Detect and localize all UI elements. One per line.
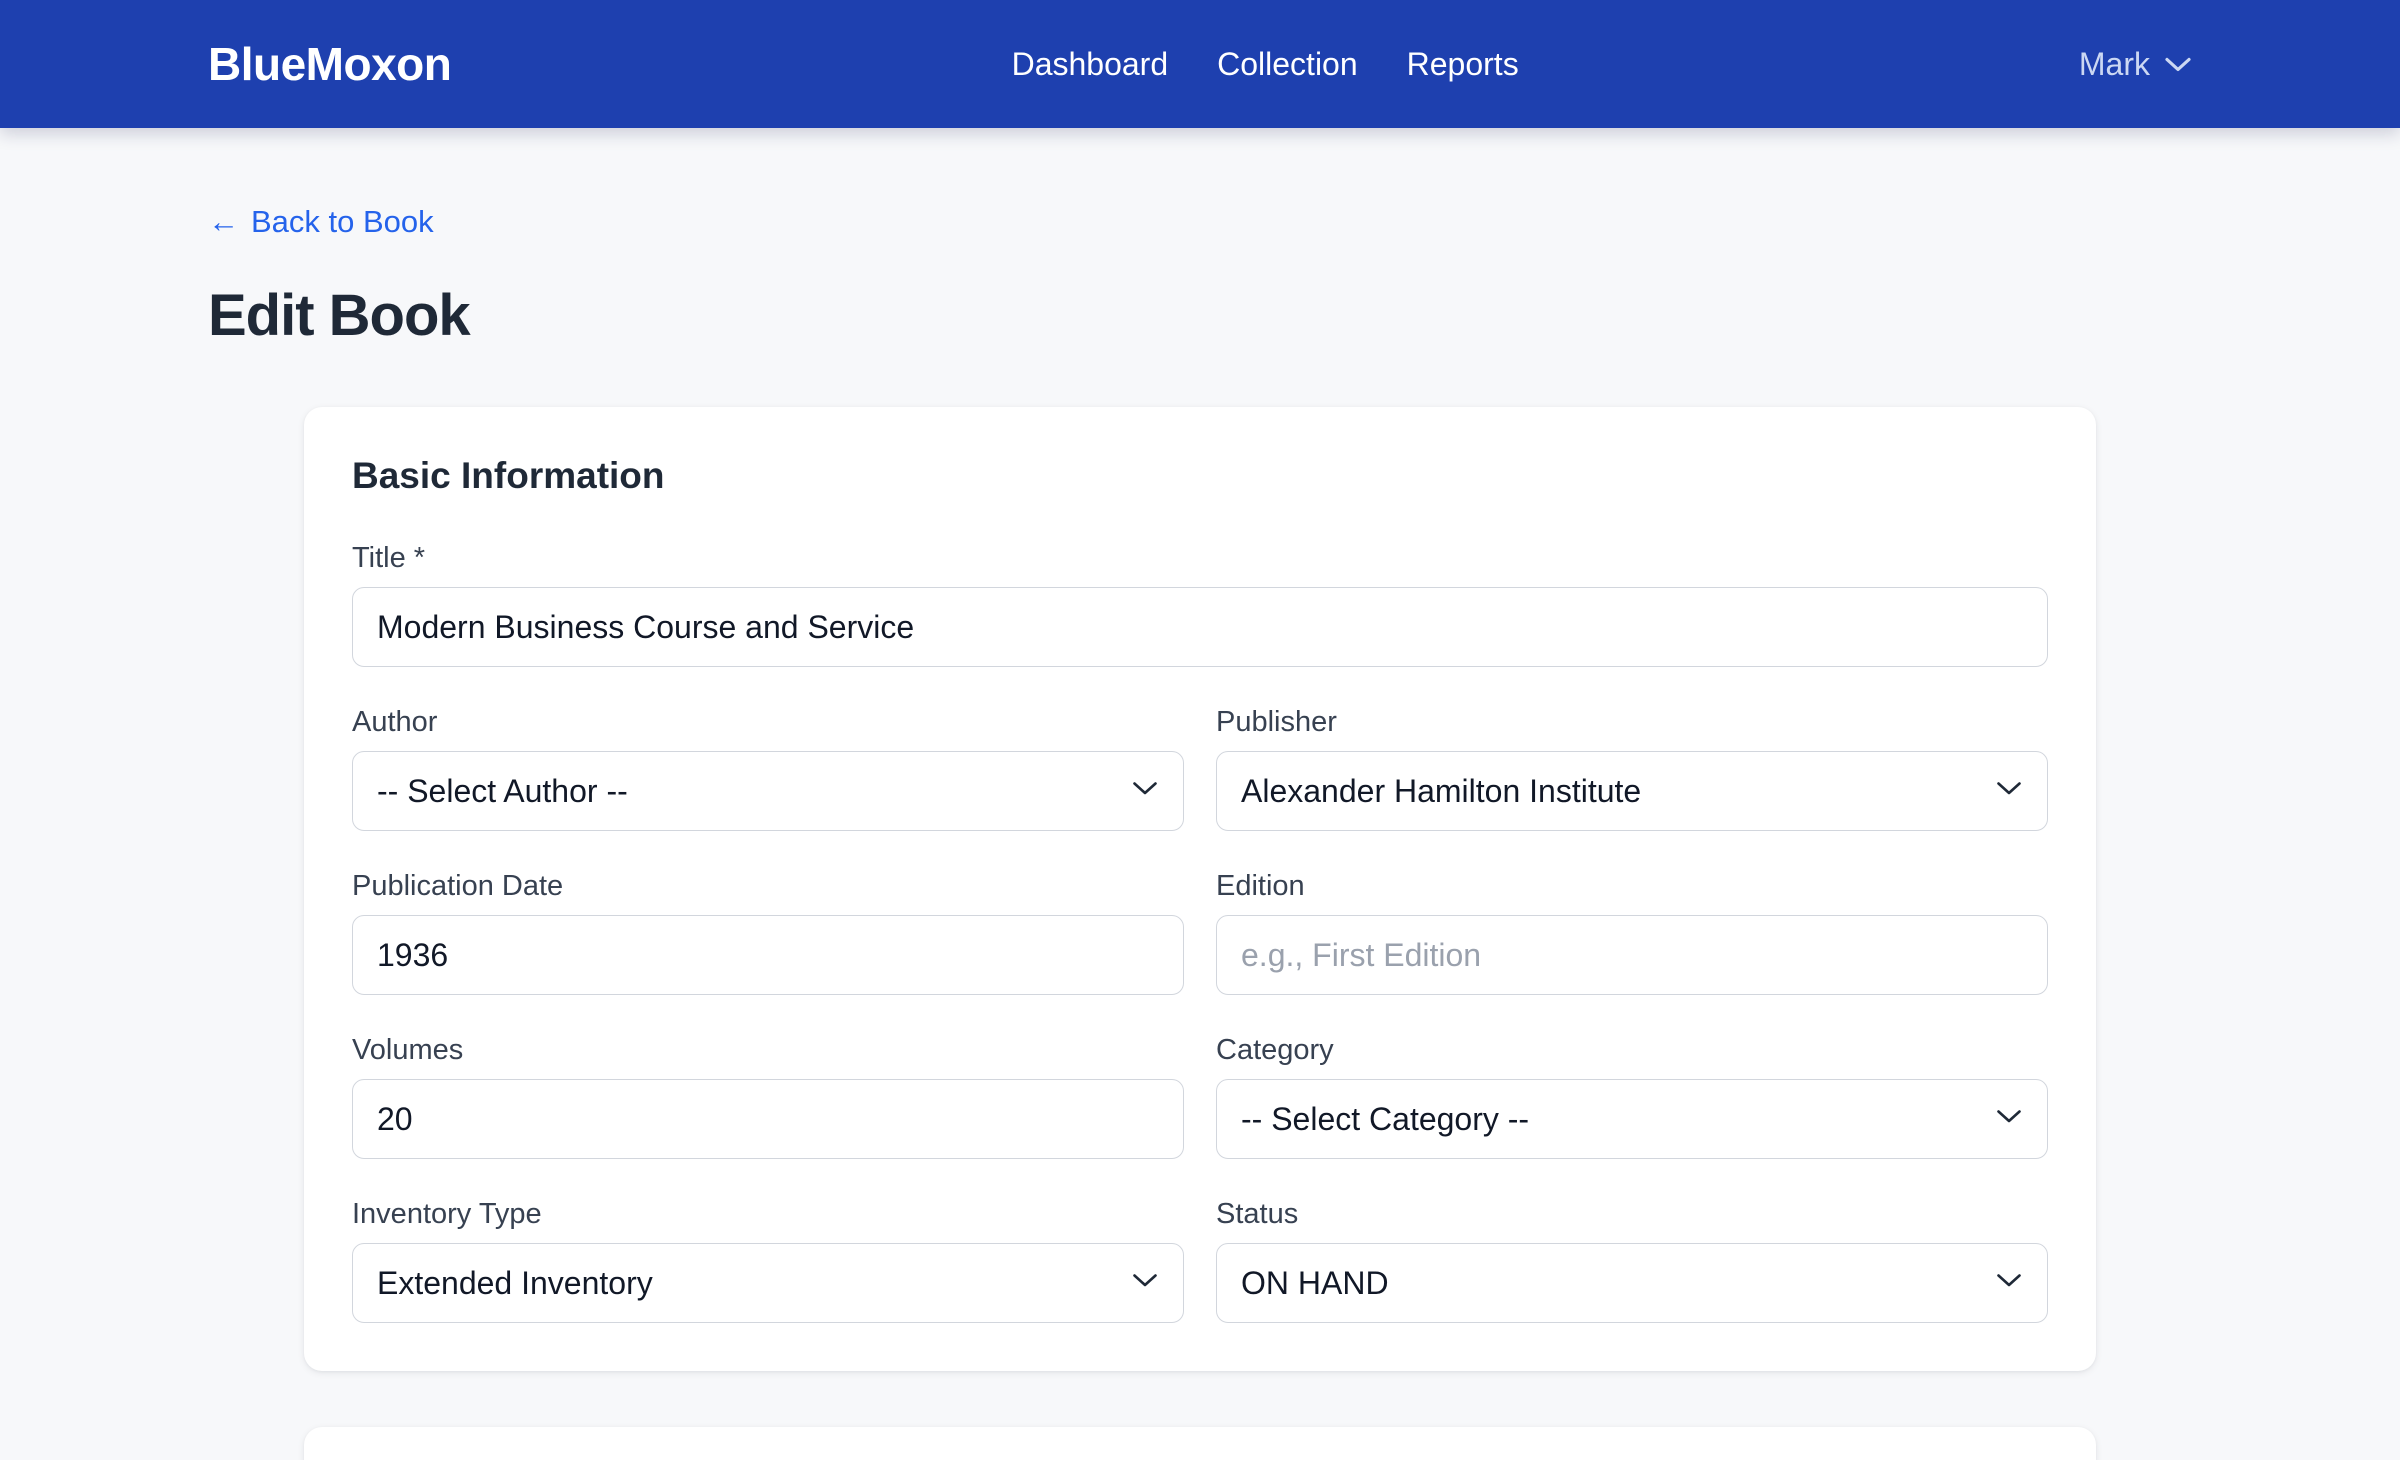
category-field: Category -- Select Category -- <box>1216 1033 2048 1159</box>
publication-date-field: Publication Date <box>352 869 1184 995</box>
back-arrow-icon: ← <box>208 204 239 240</box>
status-field: Status ON HAND <box>1216 1197 2048 1323</box>
user-name: Mark <box>2079 46 2150 83</box>
section-title: Basic Information <box>352 455 2048 497</box>
title-input[interactable] <box>352 587 2048 667</box>
publisher-label: Publisher <box>1216 705 2048 739</box>
page-title: Edit Book <box>208 282 2192 349</box>
chevron-down-icon <box>2164 56 2192 73</box>
title-label: Title * <box>352 541 2048 575</box>
basic-information-card: Basic Information Title * Author -- Sele… <box>304 407 2096 1371</box>
main-nav: Dashboard Collection Reports <box>451 46 2079 83</box>
volumes-label: Volumes <box>352 1033 1184 1067</box>
edition-label: Edition <box>1216 869 2048 903</box>
nav-item-collection[interactable]: Collection <box>1217 46 1358 83</box>
edition-input[interactable] <box>1216 915 2048 995</box>
user-menu[interactable]: Mark <box>2079 46 2192 83</box>
inventory-type-field: Inventory Type Extended Inventory <box>352 1197 1184 1323</box>
back-to-book-link[interactable]: ← Back to Book <box>208 204 434 240</box>
inventory-type-label: Inventory Type <box>352 1197 1184 1231</box>
category-label: Category <box>1216 1033 2048 1067</box>
publisher-field: Publisher Alexander Hamilton Institute <box>1216 705 2048 831</box>
publisher-select[interactable]: Alexander Hamilton Institute <box>1216 751 2048 831</box>
brand-logo[interactable]: BlueMoxon <box>208 37 451 91</box>
volumes-input[interactable] <box>352 1079 1184 1159</box>
status-select[interactable]: ON HAND <box>1216 1243 2048 1323</box>
next-section-card <box>304 1427 2096 1460</box>
author-select[interactable]: -- Select Author -- <box>352 751 1184 831</box>
edition-field: Edition <box>1216 869 2048 995</box>
nav-item-reports[interactable]: Reports <box>1407 46 1519 83</box>
publication-date-input[interactable] <box>352 915 1184 995</box>
nav-item-dashboard[interactable]: Dashboard <box>1012 46 1169 83</box>
status-label: Status <box>1216 1197 2048 1231</box>
category-select[interactable]: -- Select Category -- <box>1216 1079 2048 1159</box>
publication-date-label: Publication Date <box>352 869 1184 903</box>
inventory-type-select[interactable]: Extended Inventory <box>352 1243 1184 1323</box>
author-field: Author -- Select Author -- <box>352 705 1184 831</box>
volumes-field: Volumes <box>352 1033 1184 1159</box>
main-content: ← Back to Book Edit Book <box>0 128 2400 349</box>
author-label: Author <box>352 705 1184 739</box>
title-field: Title * <box>352 541 2048 667</box>
navbar: BlueMoxon Dashboard Collection Reports M… <box>0 0 2400 128</box>
back-link-label: Back to Book <box>251 204 434 240</box>
